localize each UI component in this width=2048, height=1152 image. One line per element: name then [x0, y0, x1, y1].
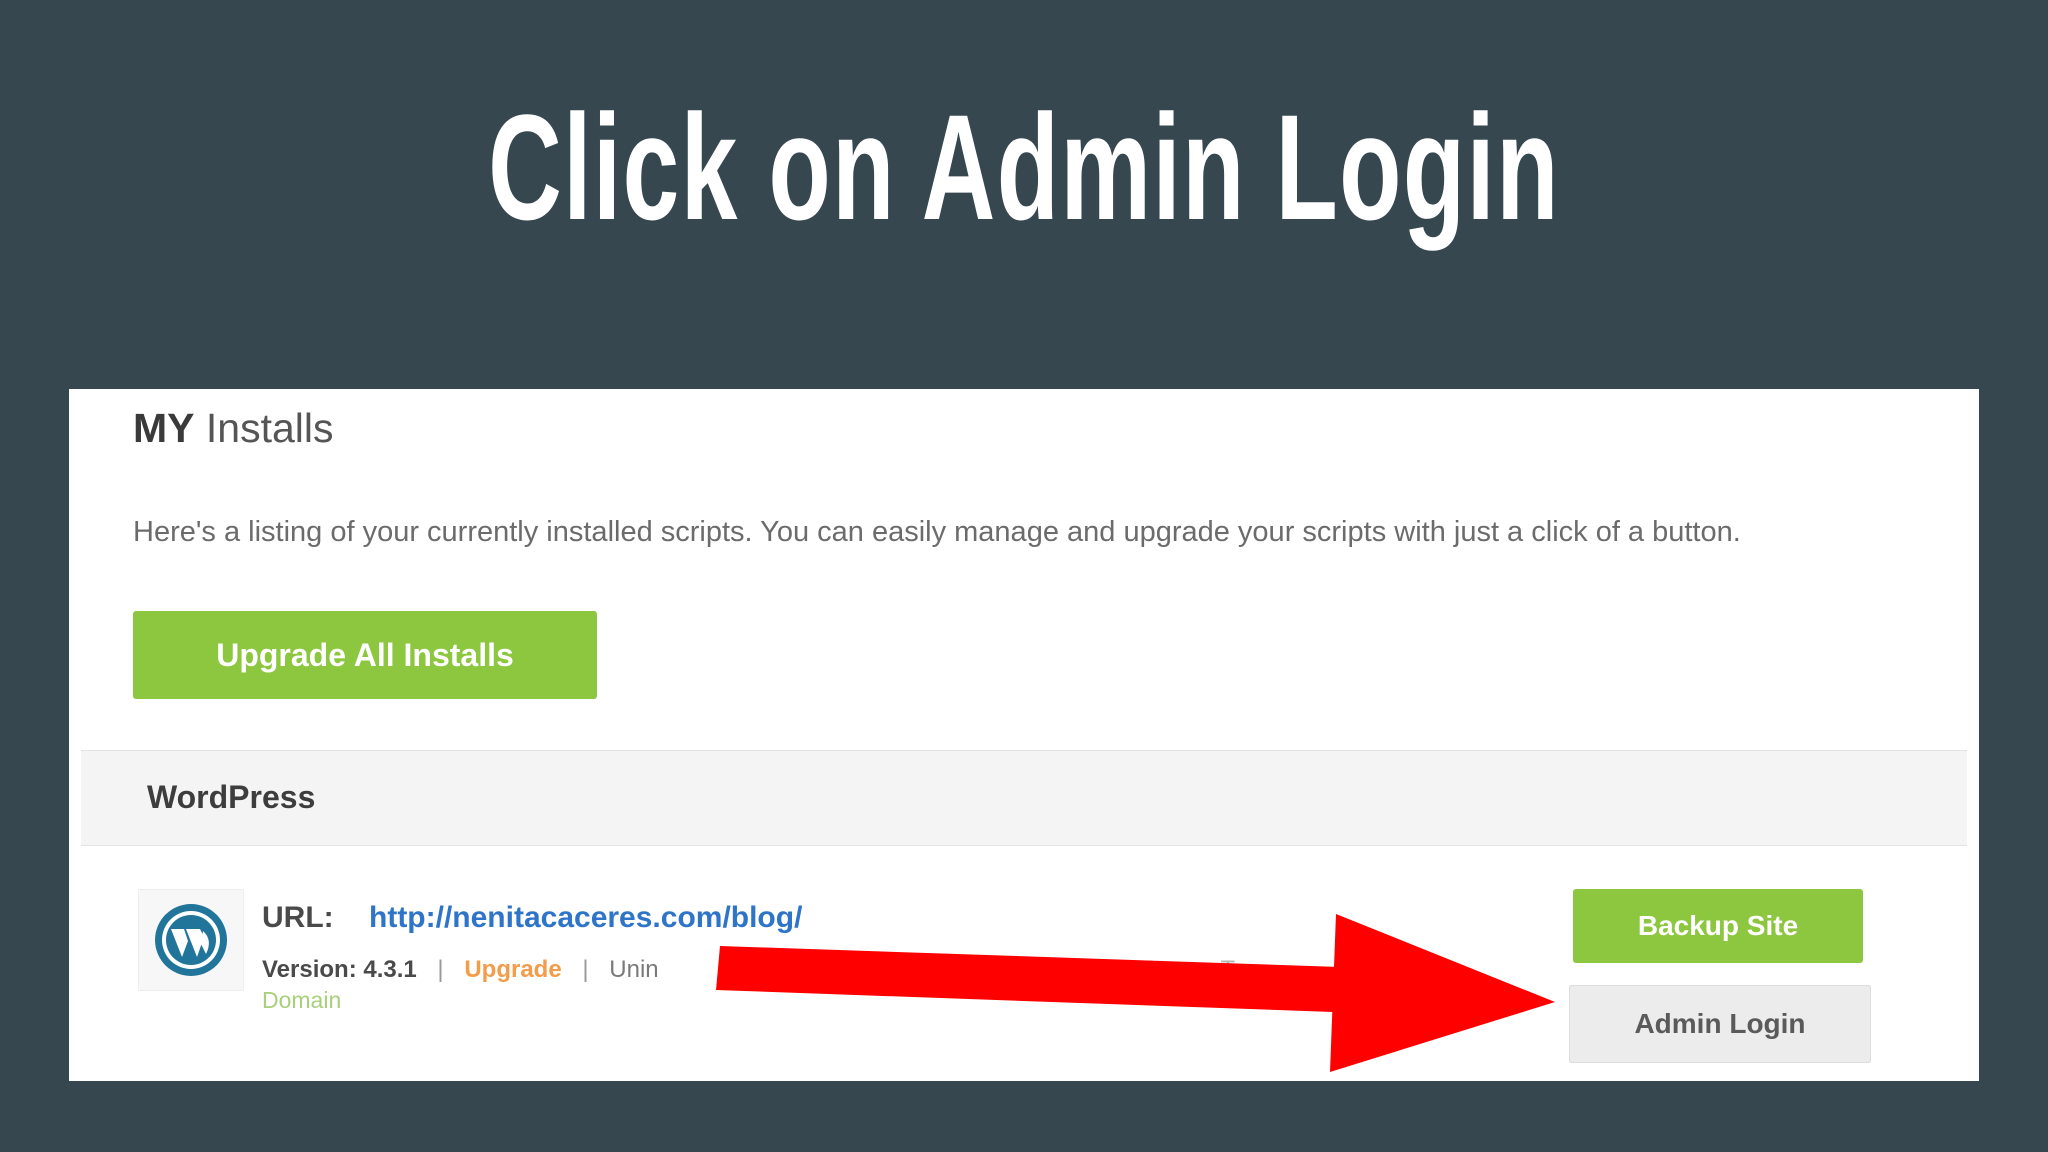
slide-title: Click on Admin Login — [488, 83, 1560, 251]
installs-description: Here's a listing of your currently insta… — [133, 516, 1741, 548]
panel-heading: MY Installs — [133, 405, 334, 452]
panel-heading-rest: Installs — [205, 405, 334, 451]
wordpress-logo-icon — [138, 889, 244, 991]
domain-link[interactable]: Domain — [262, 987, 341, 1014]
separator: | — [437, 956, 444, 983]
panel-heading-bold: MY — [133, 405, 195, 451]
install-meta-row: Version: 4.3.1 | Upgrade | Unin Password… — [262, 956, 1235, 984]
install-url-link[interactable]: http://nenitacaceres.com/blog/ — [369, 901, 802, 935]
my-installs-panel: MY Installs Here's a listing of your cur… — [69, 389, 1979, 1081]
version-text: Version: 4.3.1 — [262, 956, 417, 983]
extra-link[interactable]: Ensure T — [1138, 956, 1235, 983]
admin-login-button[interactable]: Admin Login — [1569, 985, 1871, 1063]
separator: | — [582, 956, 589, 983]
wordpress-section-header: WordPress — [81, 750, 1967, 846]
upgrade-link[interactable]: Upgrade — [464, 956, 561, 983]
section-title: WordPress — [147, 779, 316, 815]
upgrade-all-installs-button[interactable]: Upgrade All Installs — [133, 611, 597, 699]
password-link[interactable]: Password — [985, 956, 1090, 983]
backup-site-button[interactable]: Backup Site — [1573, 889, 1863, 963]
url-label: URL: — [262, 901, 334, 934]
uninstall-link[interactable]: Unin — [609, 956, 658, 983]
separator: | — [1111, 956, 1118, 983]
